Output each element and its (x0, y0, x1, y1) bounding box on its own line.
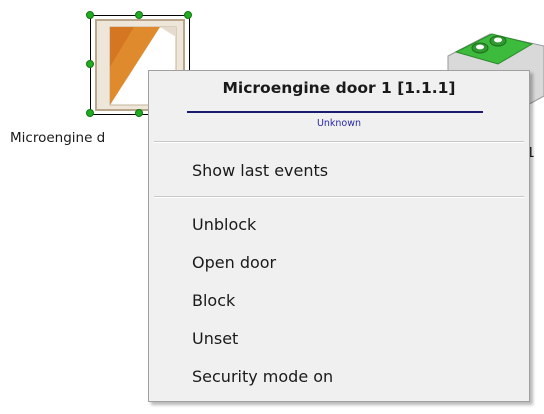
menu-item-unblock[interactable]: Unblock (152, 211, 526, 239)
resize-handle-bottom[interactable] (135, 109, 143, 117)
menu-item-unset[interactable]: Unset (152, 325, 526, 353)
status-text: Unknown (316, 118, 362, 129)
menu-item-show-last-events[interactable]: Show last events (152, 157, 526, 185)
resize-handle-left[interactable] (86, 60, 94, 68)
menu-title-underline (187, 111, 483, 113)
menu-title: Microengine door 1 [1.1.1] (222, 79, 456, 97)
menu-item-block[interactable]: Block (152, 287, 526, 315)
resize-handle-top-left[interactable] (86, 11, 94, 19)
resize-handle-top[interactable] (135, 11, 143, 19)
menu-item-open-door[interactable]: Open door (152, 249, 526, 277)
context-menu: Microengine door 1 [1.1.1] Unknown Show … (148, 70, 530, 402)
resize-handle-top-right[interactable] (184, 11, 192, 19)
menu-separator (154, 196, 524, 198)
door-object-label: Microengine d (10, 130, 106, 146)
resize-handle-bottom-left[interactable] (86, 109, 94, 117)
menu-separator (154, 141, 524, 143)
menu-item-security-mode-on[interactable]: Security mode on (152, 363, 526, 391)
